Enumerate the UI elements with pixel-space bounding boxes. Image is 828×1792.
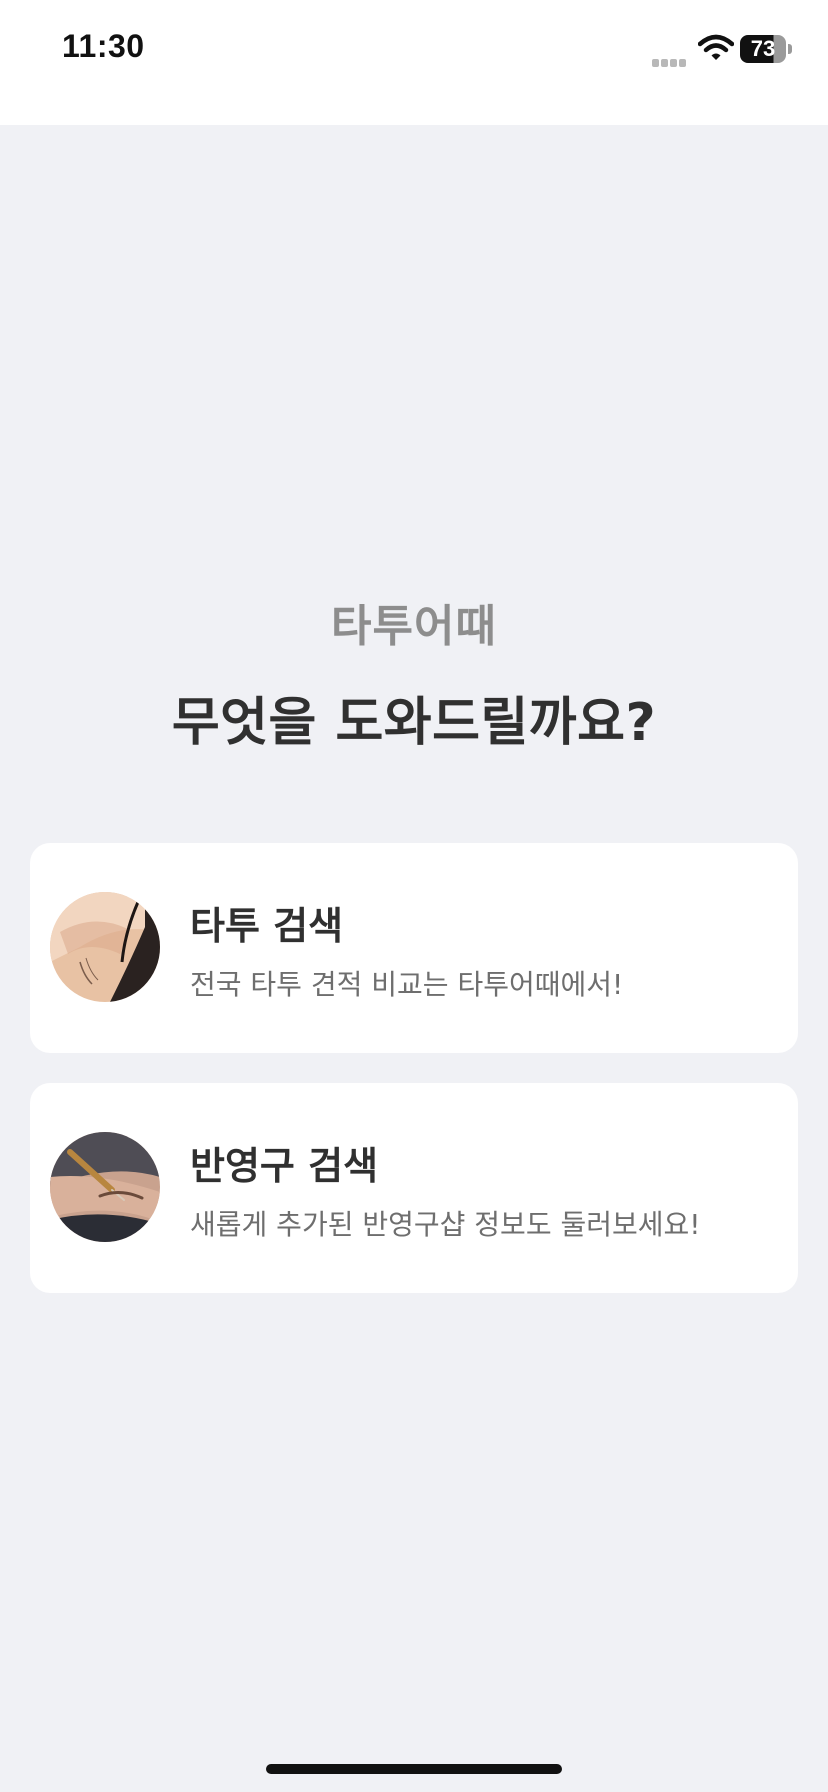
battery-level: 73 (740, 35, 786, 63)
brand-name: 타투어때 (331, 601, 497, 652)
status-time: 11:30 (62, 28, 145, 64)
tattoo-search-title: 타투 검색 (190, 904, 344, 948)
home-indicator[interactable] (266, 1764, 562, 1774)
tattoo-search-description: 전국 타투 견적 비교는 타투어때에서! (190, 968, 624, 1001)
semi-permanent-search-card[interactable]: 반영구 검색 새롭게 추가된 반영구샵 정보도 둘러보세요! (30, 1083, 798, 1293)
tattoo-photo (50, 892, 160, 1002)
semi-permanent-search-title: 반영구 검색 (190, 1144, 379, 1188)
semi-permanent-search-description: 새롭게 추가된 반영구샵 정보도 둘러보세요! (190, 1208, 701, 1241)
battery-icon: 73 (740, 35, 792, 63)
tattoo-search-card[interactable]: 타투 검색 전국 타투 견적 비교는 타투어때에서! (30, 843, 798, 1053)
cellular-signal-icon (652, 52, 692, 67)
page-heading: 무엇을 도와드릴까요? (171, 693, 657, 753)
status-bar: 11:30 73 (0, 0, 828, 125)
semi-permanent-makeup-photo (50, 1132, 160, 1242)
wifi-icon (697, 34, 735, 62)
